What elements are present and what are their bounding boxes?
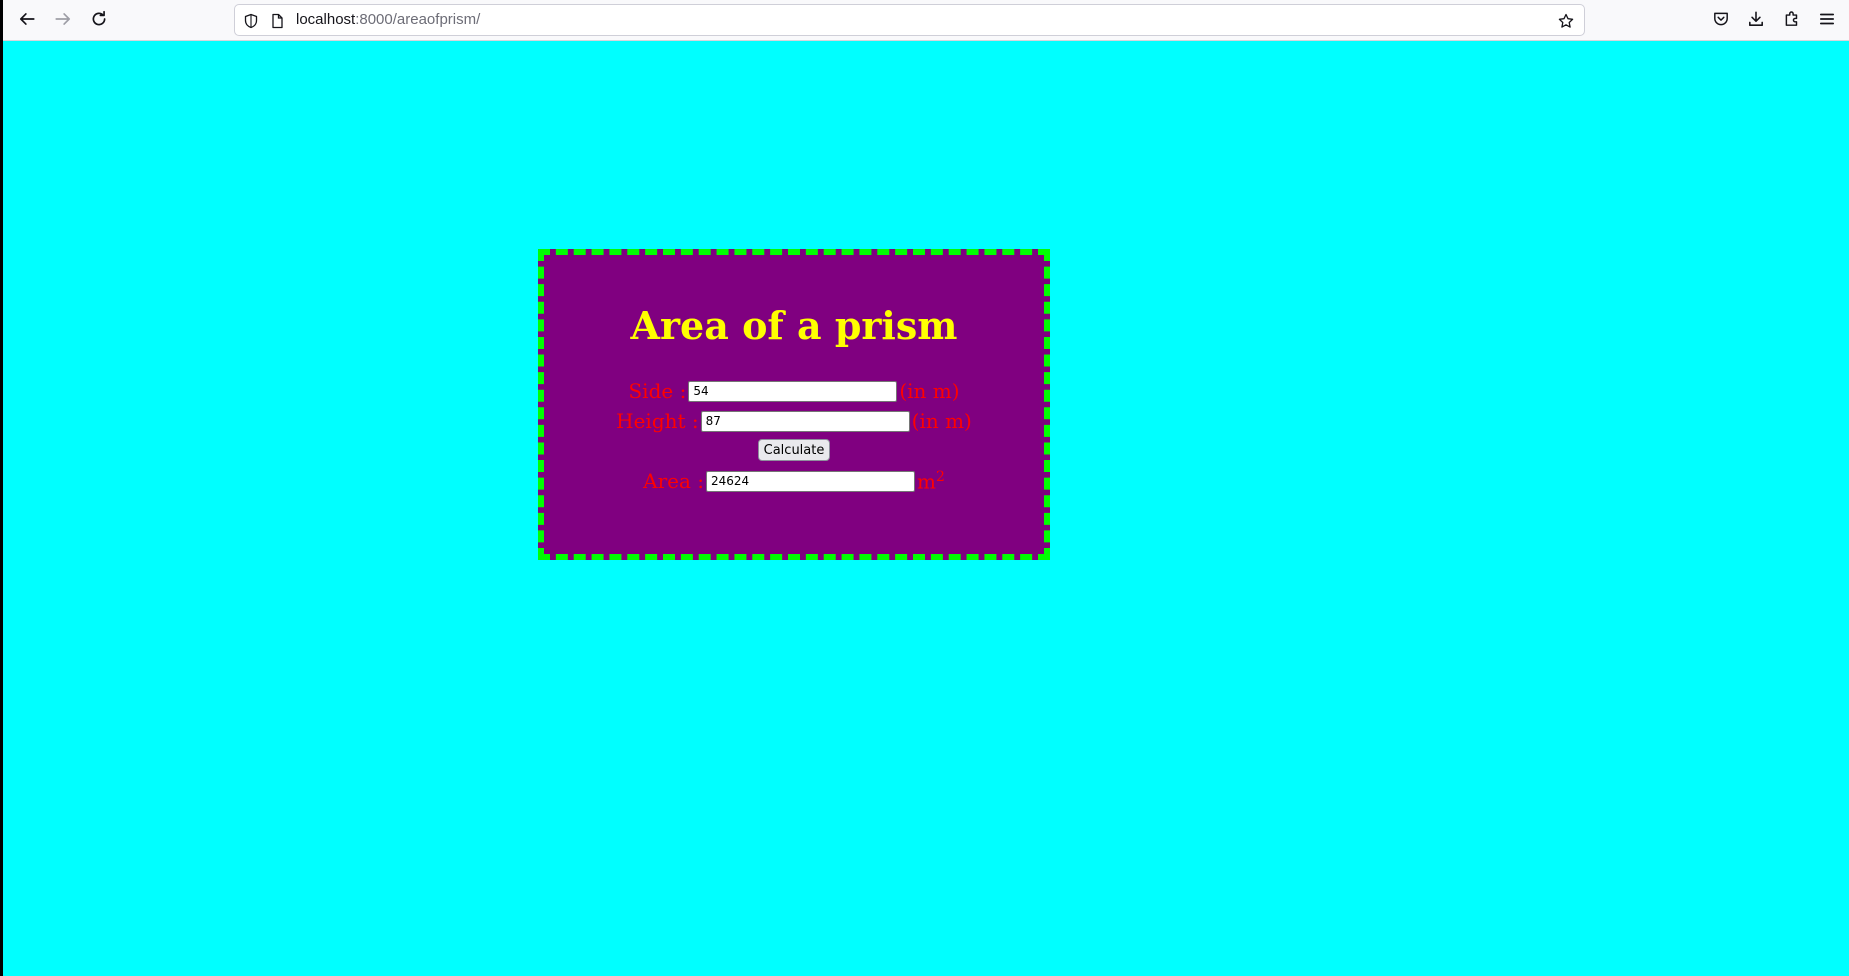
side-row: Side : (in m) [544,379,1044,403]
extensions-button[interactable] [1777,6,1807,36]
area-output[interactable] [705,470,915,492]
arrow-left-icon [18,10,36,32]
url-text[interactable]: localhost:8000/areaofprism/ [296,11,480,29]
window-edge [0,0,3,976]
page-title: Area of a prism [630,303,958,348]
url-path: :8000/areaofprism/ [355,11,481,28]
area-row: Area : m2 [544,469,1044,494]
puzzle-icon [1783,10,1801,32]
download-icon [1747,10,1765,32]
area-unit-base: m [916,469,936,494]
url-host: localhost [296,11,356,28]
height-label: Height : [616,409,699,433]
height-row: Height : (in m) [544,409,1044,433]
shield-icon[interactable] [242,12,260,30]
reload-icon [90,10,108,32]
area-label: Area : [643,469,704,494]
page-content: Area of a prism Side : (in m) Height : (… [3,41,1849,976]
side-label: Side : [628,379,687,403]
back-button[interactable] [12,6,42,36]
page-icon[interactable] [268,12,286,30]
calculate-row: Calculate [544,439,1044,461]
pocket-button[interactable] [1706,6,1736,36]
area-unit: m2 [917,469,945,494]
menu-button[interactable] [1812,6,1842,36]
side-input[interactable] [688,380,898,402]
reload-button[interactable] [84,6,114,36]
height-unit: (in m) [911,409,972,433]
downloads-button[interactable] [1741,6,1771,36]
area-unit-exponent: 2 [935,469,945,485]
star-icon[interactable] [1557,12,1575,30]
calculate-button[interactable]: Calculate [757,439,831,461]
side-unit: (in m) [899,379,960,403]
browser-toolbar: localhost:8000/areaofprism/ [0,0,1849,41]
forward-button[interactable] [48,6,78,36]
arrow-right-icon [54,10,72,32]
browser-window: localhost:8000/areaofprism/ Area of a pr… [0,0,1849,976]
pocket-icon [1712,10,1730,32]
height-input[interactable] [700,410,910,432]
hamburger-menu-icon [1818,10,1836,32]
address-bar[interactable]: localhost:8000/areaofprism/ [234,4,1585,36]
calculator-card: Area of a prism Side : (in m) Height : (… [538,249,1050,560]
